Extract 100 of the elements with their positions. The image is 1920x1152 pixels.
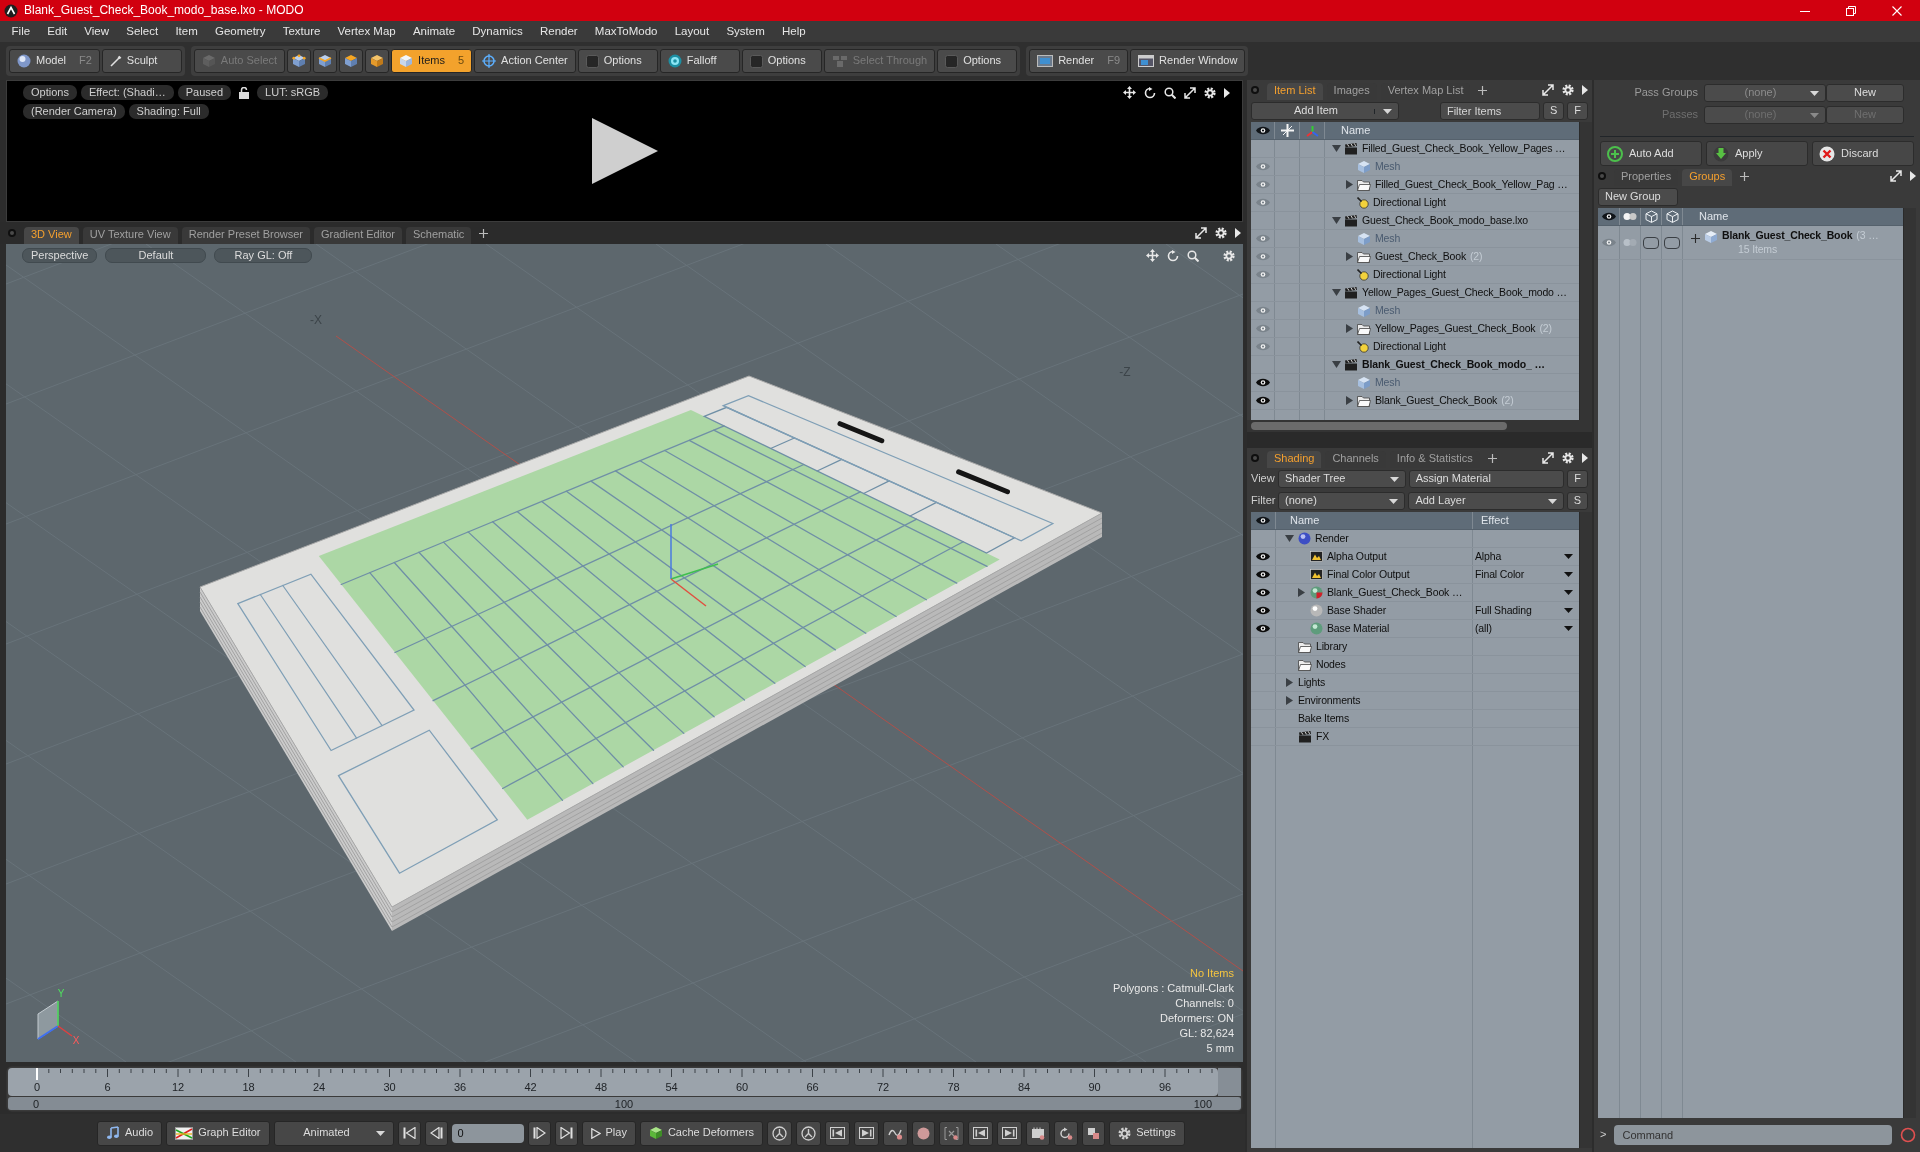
effect-dropdown[interactable]: Final Color: [1475, 567, 1573, 582]
filter-option-button[interactable]: S: [1542, 102, 1565, 120]
panel-tab[interactable]: Render Preset Browser: [181, 227, 310, 244]
eye-icon[interactable]: [1256, 588, 1270, 597]
toolbar-button[interactable]: Cache Deformers: [639, 1120, 764, 1146]
figure-circle-icon[interactable]: [801, 1125, 817, 1141]
item-name[interactable]: Directional Light: [1373, 339, 1446, 354]
s-button[interactable]: S: [1566, 492, 1588, 510]
move-icon[interactable]: [1123, 86, 1136, 99]
filter-option-button[interactable]: F: [1567, 102, 1588, 120]
eye-icon[interactable]: [1601, 212, 1616, 221]
toolbar-button[interactable]: Render F9: [1029, 49, 1129, 73]
frame-field[interactable]: 0: [451, 1123, 524, 1143]
arrow-right-icon[interactable]: [1224, 87, 1230, 98]
cube-outline-icon[interactable]: [1665, 210, 1679, 223]
panel-tab[interactable]: Schematic: [406, 227, 472, 244]
settings-icon[interactable]: [1562, 84, 1574, 96]
panel-tab[interactable]: Shading: [1267, 451, 1322, 468]
layer-name[interactable]: Lights: [1298, 675, 1326, 690]
close-icon[interactable]: [1892, 5, 1902, 16]
collapsed-arrow-icon[interactable]: [1345, 180, 1353, 189]
expanded-arrow-icon[interactable]: [1331, 289, 1341, 296]
expanded-arrow-icon[interactable]: [1331, 145, 1341, 152]
toolbar-button[interactable]: Play: [581, 1120, 636, 1146]
menu-item[interactable]: Texture: [274, 24, 329, 39]
toggle-box-icon[interactable]: [1643, 236, 1659, 249]
step-back-icon[interactable]: [429, 1127, 443, 1139]
panel-tab[interactable]: Groups: [1682, 169, 1733, 186]
select-mode-button[interactable]: [365, 49, 390, 73]
eye-icon[interactable]: [1255, 378, 1270, 387]
arrow-right-icon[interactable]: [1582, 85, 1588, 95]
view-dropdown[interactable]: Shader Tree: [1277, 470, 1406, 488]
arrow-right-icon[interactable]: [1910, 171, 1916, 181]
skip-to-end-icon[interactable]: [559, 1127, 573, 1139]
squares-icon[interactable]: [1087, 1126, 1101, 1140]
collapsed-arrow-icon[interactable]: [1285, 696, 1293, 705]
vertical-scrollbar[interactable]: [1579, 122, 1592, 420]
maximize-icon[interactable]: [1890, 170, 1902, 182]
item-name[interactable]: Blank_Guest_Check_Book: [1375, 393, 1498, 408]
item-name[interactable]: Guest_Check_Book: [1375, 249, 1466, 264]
expanded-arrow-icon[interactable]: [1331, 217, 1341, 224]
film-icon[interactable]: [1031, 1126, 1046, 1140]
circles-icon[interactable]: [1623, 211, 1637, 222]
cube-outline-icon[interactable]: [1644, 210, 1658, 223]
menu-item[interactable]: File: [3, 24, 39, 39]
playhead-marker[interactable]: [36, 1067, 38, 1081]
toolbar-button[interactable]: Audio: [97, 1120, 163, 1146]
menu-item[interactable]: Item: [166, 24, 207, 39]
add-layer-dropdown[interactable]: Add Layer: [1408, 492, 1564, 510]
toolbar-button[interactable]: Graph Editor: [166, 1120, 270, 1146]
horizontal-scrollbar[interactable]: [1251, 422, 1507, 430]
menu-item[interactable]: Layout: [666, 24, 718, 39]
preview-button[interactable]: Shading: Full: [128, 104, 209, 119]
toggle-box-icon[interactable]: [1664, 236, 1680, 249]
effect-dropdown[interactable]: Full Shading: [1475, 603, 1573, 618]
panel-tab[interactable]: UV Texture View: [82, 227, 178, 244]
layer-name[interactable]: Base Shader: [1327, 603, 1387, 618]
select-mode-button[interactable]: [339, 49, 364, 73]
settings-icon[interactable]: [1562, 452, 1574, 464]
item-name[interactable]: Directional Light: [1373, 267, 1446, 282]
layer-name[interactable]: Base Material: [1327, 621, 1390, 636]
expanded-arrow-icon[interactable]: [1284, 535, 1294, 542]
item-name[interactable]: Directional Light: [1373, 195, 1446, 210]
item-name[interactable]: Filled_Guest_Check_Book_Yellow_Pages …: [1362, 141, 1566, 156]
menu-item[interactable]: Select: [117, 24, 167, 39]
settings-icon[interactable]: [1204, 86, 1216, 99]
new-button[interactable]: New: [1826, 84, 1904, 102]
command-field[interactable]: Command: [1614, 1125, 1892, 1145]
filter-dropdown[interactable]: (none): [1278, 492, 1406, 510]
eye-icon[interactable]: [1256, 570, 1270, 579]
panel-tab[interactable]: 3D View: [24, 227, 79, 244]
previous-key-icon[interactable]: [830, 1127, 846, 1139]
vertical-scrollbar[interactable]: [1903, 208, 1916, 1118]
viewport-button[interactable]: Ray GL: Off: [214, 248, 313, 263]
action-button[interactable]: Auto Add: [1600, 141, 1702, 166]
layer-name[interactable]: FX: [1316, 729, 1330, 744]
collapsed-arrow-icon[interactable]: [1345, 252, 1353, 261]
toolbar-button[interactable]: Items 5: [391, 49, 473, 73]
toolbar-button[interactable]: Options: [937, 49, 1018, 73]
preview-button[interactable]: (Render Camera): [23, 104, 125, 119]
f-button[interactable]: F: [1567, 470, 1588, 488]
assign-material-button[interactable]: Assign Material: [1408, 470, 1565, 488]
menu-item[interactable]: Geometry: [206, 24, 275, 39]
axes-icon[interactable]: [1305, 124, 1319, 137]
menu-item[interactable]: Dynamics: [463, 24, 532, 39]
arrow-right-icon[interactable]: [1582, 453, 1588, 463]
skip-to-start-icon[interactable]: [402, 1127, 416, 1139]
layer-name[interactable]: Render: [1315, 531, 1349, 546]
bracket-icon[interactable]: [944, 1126, 960, 1140]
add-tab-icon[interactable]: [479, 228, 489, 238]
new-group-button[interactable]: New Group: [1598, 188, 1678, 206]
expand-icon[interactable]: [1691, 234, 1700, 243]
column-header[interactable]: Name: [1276, 512, 1473, 529]
preview-button[interactable]: LUT: sRGB: [257, 85, 329, 100]
eye-icon[interactable]: [1256, 516, 1270, 525]
action-button[interactable]: Discard: [1812, 141, 1914, 166]
settings-icon[interactable]: [1215, 227, 1227, 239]
ring-icon[interactable]: [1900, 1127, 1916, 1143]
record-icon[interactable]: [917, 1126, 931, 1140]
eye-icon[interactable]: [1255, 396, 1270, 405]
